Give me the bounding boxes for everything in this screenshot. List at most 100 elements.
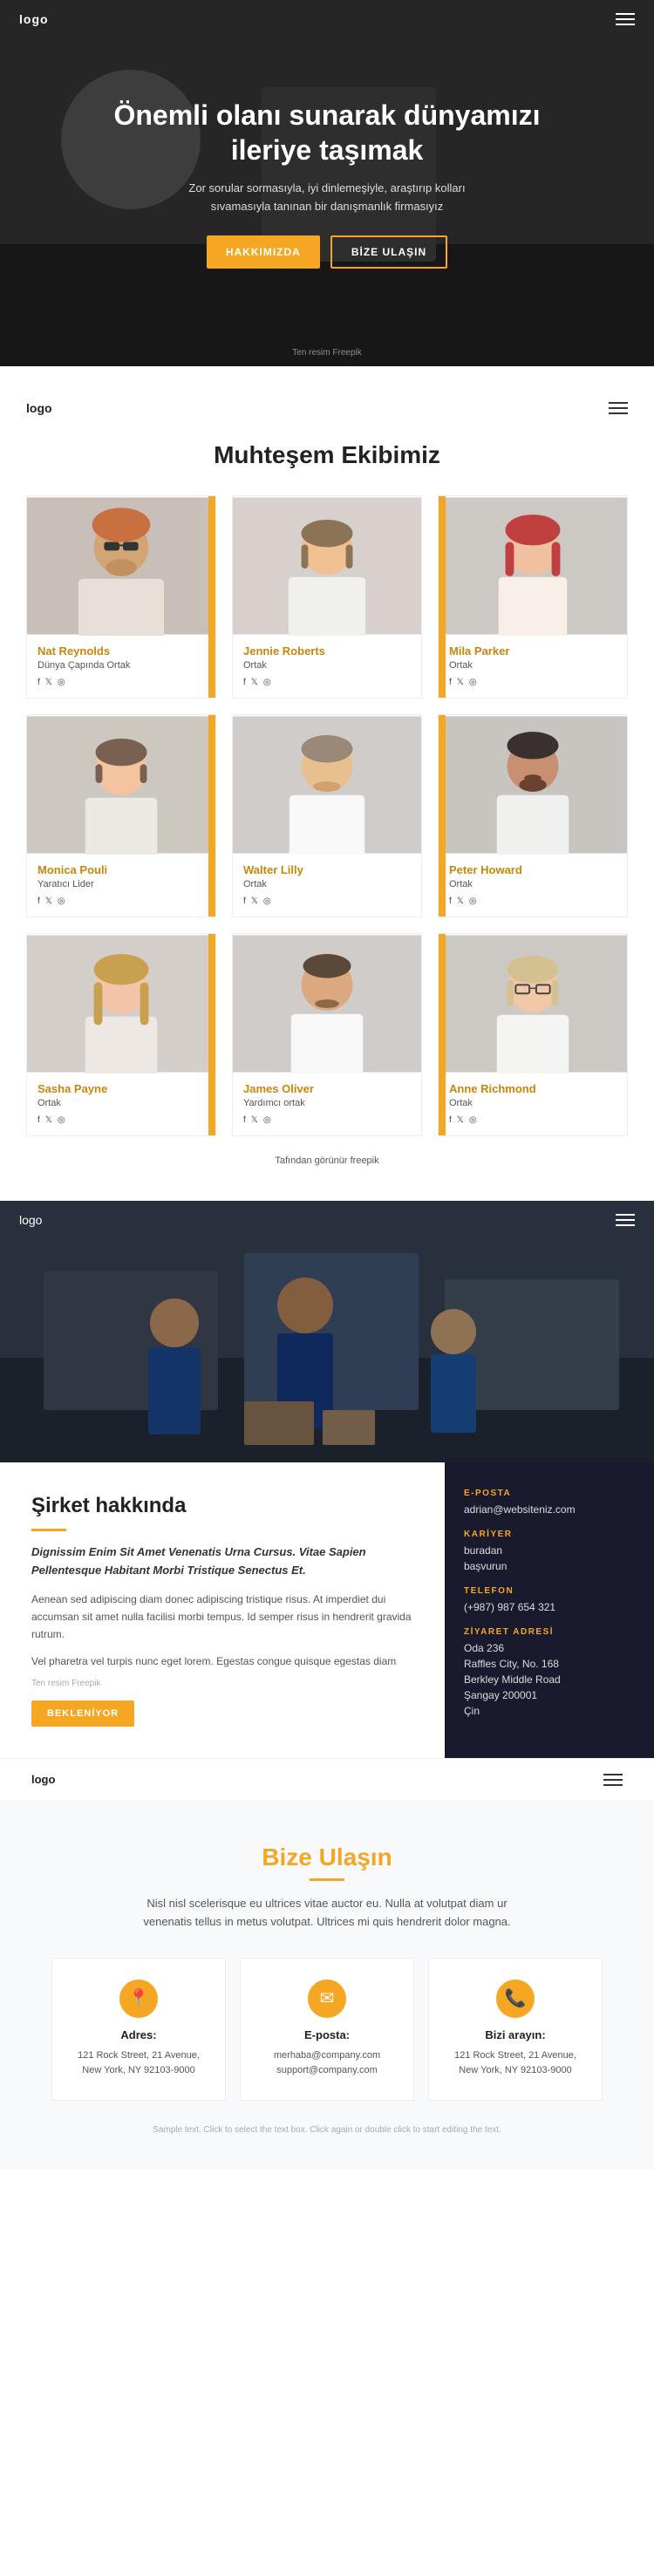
address-label: ZİYARET ADRESİ — [464, 1627, 635, 1637]
contact-section: Bize Ulaşın Nisl nisl scelerisque eu ult… — [0, 1800, 654, 2170]
contact-subtitle: Nisl nisl scelerisque eu ultrices vitae … — [135, 1895, 519, 1932]
contact-cards: 📍 Adres: 121 Rock Street, 21 Avenue, New… — [31, 1958, 623, 2101]
team-grid: Nat Reynolds Dünya Çapında Ortak f 𝕏 ◎ — [26, 495, 628, 1136]
facebook-icon[interactable]: f — [37, 678, 40, 687]
sasha-payne-photo — [27, 934, 215, 1073]
peter-howard-info: Peter Howard Ortak f 𝕏 ◎ — [439, 855, 627, 917]
address-card-title: Adres: — [70, 2028, 208, 2041]
contact-button[interactable]: BİZE ULAŞIN — [330, 235, 447, 269]
monica-pouli-role: Yaratıcı Lider — [37, 879, 205, 889]
sasha-payne-socials: f 𝕏 ◎ — [37, 1115, 205, 1125]
nat-reynolds-role: Dünya Çapında Ortak — [37, 660, 205, 671]
phone-value: (+987) 987 654 321 — [464, 1599, 635, 1615]
instagram-icon-s[interactable]: ◎ — [58, 1115, 65, 1125]
twitter-icon-s[interactable]: 𝕏 — [45, 1115, 52, 1125]
team-title: Muhteşem Ekibimiz — [26, 441, 628, 469]
hero-buttons: HAKKIMIZDA BİZE ULAŞIN — [207, 235, 447, 269]
about-body-text-1: Aenean sed adipiscing diam donec adipisc… — [31, 1591, 420, 1644]
instagram-icon-j[interactable]: ◎ — [263, 678, 271, 687]
twitter-icon-p[interactable]: 𝕏 — [457, 896, 464, 906]
address-card-value: 121 Rock Street, 21 Avenue, New York, NY… — [70, 2048, 208, 2079]
email-card-value: merhaba@company.com support@company.com — [258, 2048, 396, 2079]
about-bottom-bar: logo — [0, 1758, 654, 1800]
warehouse-hamburger[interactable] — [616, 1214, 635, 1226]
walter-lilly-socials: f 𝕏 ◎ — [243, 896, 411, 906]
yellow-bar-right-3 — [208, 934, 215, 1135]
about-hamburger[interactable] — [603, 1774, 623, 1786]
team-card-mila-parker: Mila Parker Ortak f 𝕏 ◎ — [438, 495, 628, 699]
peter-howard-role: Ortak — [449, 879, 617, 889]
team-card-sasha-payne: Sasha Payne Ortak f 𝕏 ◎ — [26, 933, 216, 1136]
facebook-icon-j[interactable]: f — [243, 678, 246, 687]
sasha-payne-name: Sasha Payne — [37, 1082, 205, 1095]
monica-pouli-socials: f 𝕏 ◎ — [37, 896, 205, 906]
peter-howard-photo — [439, 715, 627, 855]
team-nav: logo — [26, 401, 628, 415]
instagram-icon-ar[interactable]: ◎ — [469, 1115, 477, 1125]
mila-parker-info: Mila Parker Ortak f 𝕏 ◎ — [439, 636, 627, 698]
about-body-text-2: Vel pharetra vel turpis nunc eget lorem.… — [31, 1653, 420, 1670]
team-card-monica-pouli: Monica Pouli Yaratıcı Lider f 𝕏 ◎ — [26, 714, 216, 917]
instagram-icon-p[interactable]: ◎ — [469, 896, 477, 906]
anne-richmond-photo — [439, 934, 627, 1073]
twitter-icon-jo[interactable]: 𝕏 — [251, 1115, 258, 1125]
instagram-icon[interactable]: ◎ — [58, 678, 65, 687]
hero-section: logo Önemli olanı sunarak dünyamızı iler… — [0, 0, 654, 366]
team-hamburger[interactable] — [609, 402, 628, 414]
nat-reynolds-socials: f 𝕏 ◎ — [37, 678, 205, 687]
instagram-icon-w[interactable]: ◎ — [263, 896, 271, 906]
sasha-payne-role: Ortak — [37, 1098, 205, 1108]
peter-howard-socials: f 𝕏 ◎ — [449, 896, 617, 906]
facebook-icon-mo[interactable]: f — [37, 896, 40, 906]
yellow-bar-left — [439, 496, 446, 698]
walter-lilly-photo — [233, 715, 421, 855]
email-card-title: E-posta: — [258, 2028, 396, 2041]
twitter-icon[interactable]: 𝕏 — [45, 678, 52, 687]
facebook-icon-jo[interactable]: f — [243, 1115, 246, 1125]
mila-parker-photo — [439, 496, 627, 636]
about-bottom-logo: logo — [31, 1773, 55, 1786]
mila-parker-name: Mila Parker — [449, 644, 617, 658]
contact-yellow-line — [310, 1878, 344, 1881]
facebook-icon-m[interactable]: f — [449, 678, 452, 687]
team-card-nat-reynolds: Nat Reynolds Dünya Çapında Ortak f 𝕏 ◎ — [26, 495, 216, 699]
facebook-icon-s[interactable]: f — [37, 1115, 40, 1125]
instagram-icon-mo[interactable]: ◎ — [58, 896, 65, 906]
mila-parker-role: Ortak — [449, 660, 617, 671]
jennie-roberts-info: Jennie Roberts Ortak f 𝕏 ◎ — [233, 636, 421, 698]
about-credit: Ten resim Freepik — [31, 1679, 420, 1688]
twitter-icon-ar[interactable]: 𝕏 — [457, 1115, 464, 1125]
instagram-icon-jo[interactable]: ◎ — [263, 1115, 271, 1125]
warehouse-logo: logo — [19, 1213, 42, 1227]
about-button[interactable]: HAKKIMIZDA — [207, 235, 320, 269]
monica-pouli-name: Monica Pouli — [37, 863, 205, 876]
team-card-peter-howard: Peter Howard Ortak f 𝕏 ◎ — [438, 714, 628, 917]
about-cta-button[interactable]: BEKLENİYOR — [31, 1700, 134, 1727]
address-value: Oda 236 Raffles City, No. 168 Berkley Mi… — [464, 1640, 635, 1719]
anne-richmond-info: Anne Richmond Ortak f 𝕏 ◎ — [439, 1073, 627, 1135]
anne-richmond-role: Ortak — [449, 1098, 617, 1108]
contact-card-phone: 📞 Bizi arayın: 121 Rock Street, 21 Avenu… — [428, 1958, 603, 2101]
hamburger-menu[interactable] — [616, 13, 635, 25]
team-logo: logo — [26, 401, 52, 415]
facebook-icon-ar[interactable]: f — [449, 1115, 452, 1125]
twitter-icon-m[interactable]: 𝕏 — [457, 678, 464, 687]
email-label: E-POSTA — [464, 1489, 635, 1498]
facebook-icon-p[interactable]: f — [449, 896, 452, 906]
nat-reynolds-name: Nat Reynolds — [37, 644, 205, 658]
instagram-icon-m[interactable]: ◎ — [469, 678, 477, 687]
mila-parker-socials: f 𝕏 ◎ — [449, 678, 617, 687]
warehouse-nav: logo — [0, 1201, 654, 1239]
james-oliver-name: James Oliver — [243, 1082, 411, 1095]
facebook-icon-w[interactable]: f — [243, 896, 246, 906]
jennie-roberts-name: Jennie Roberts — [243, 644, 411, 658]
phone-card-title: Bizi arayın: — [446, 2028, 584, 2041]
twitter-icon-w[interactable]: 𝕏 — [251, 896, 258, 906]
address-icon: 📍 — [119, 1980, 158, 2018]
hero-logo: logo — [19, 12, 49, 26]
about-yellow-line — [31, 1529, 66, 1531]
monica-pouli-info: Monica Pouli Yaratıcı Lider f 𝕏 ◎ — [27, 855, 215, 917]
twitter-icon-mo[interactable]: 𝕏 — [45, 896, 52, 906]
hero-title: Önemli olanı sunarak dünyamızı ileriye t… — [100, 98, 554, 167]
twitter-icon-j[interactable]: 𝕏 — [251, 678, 258, 687]
